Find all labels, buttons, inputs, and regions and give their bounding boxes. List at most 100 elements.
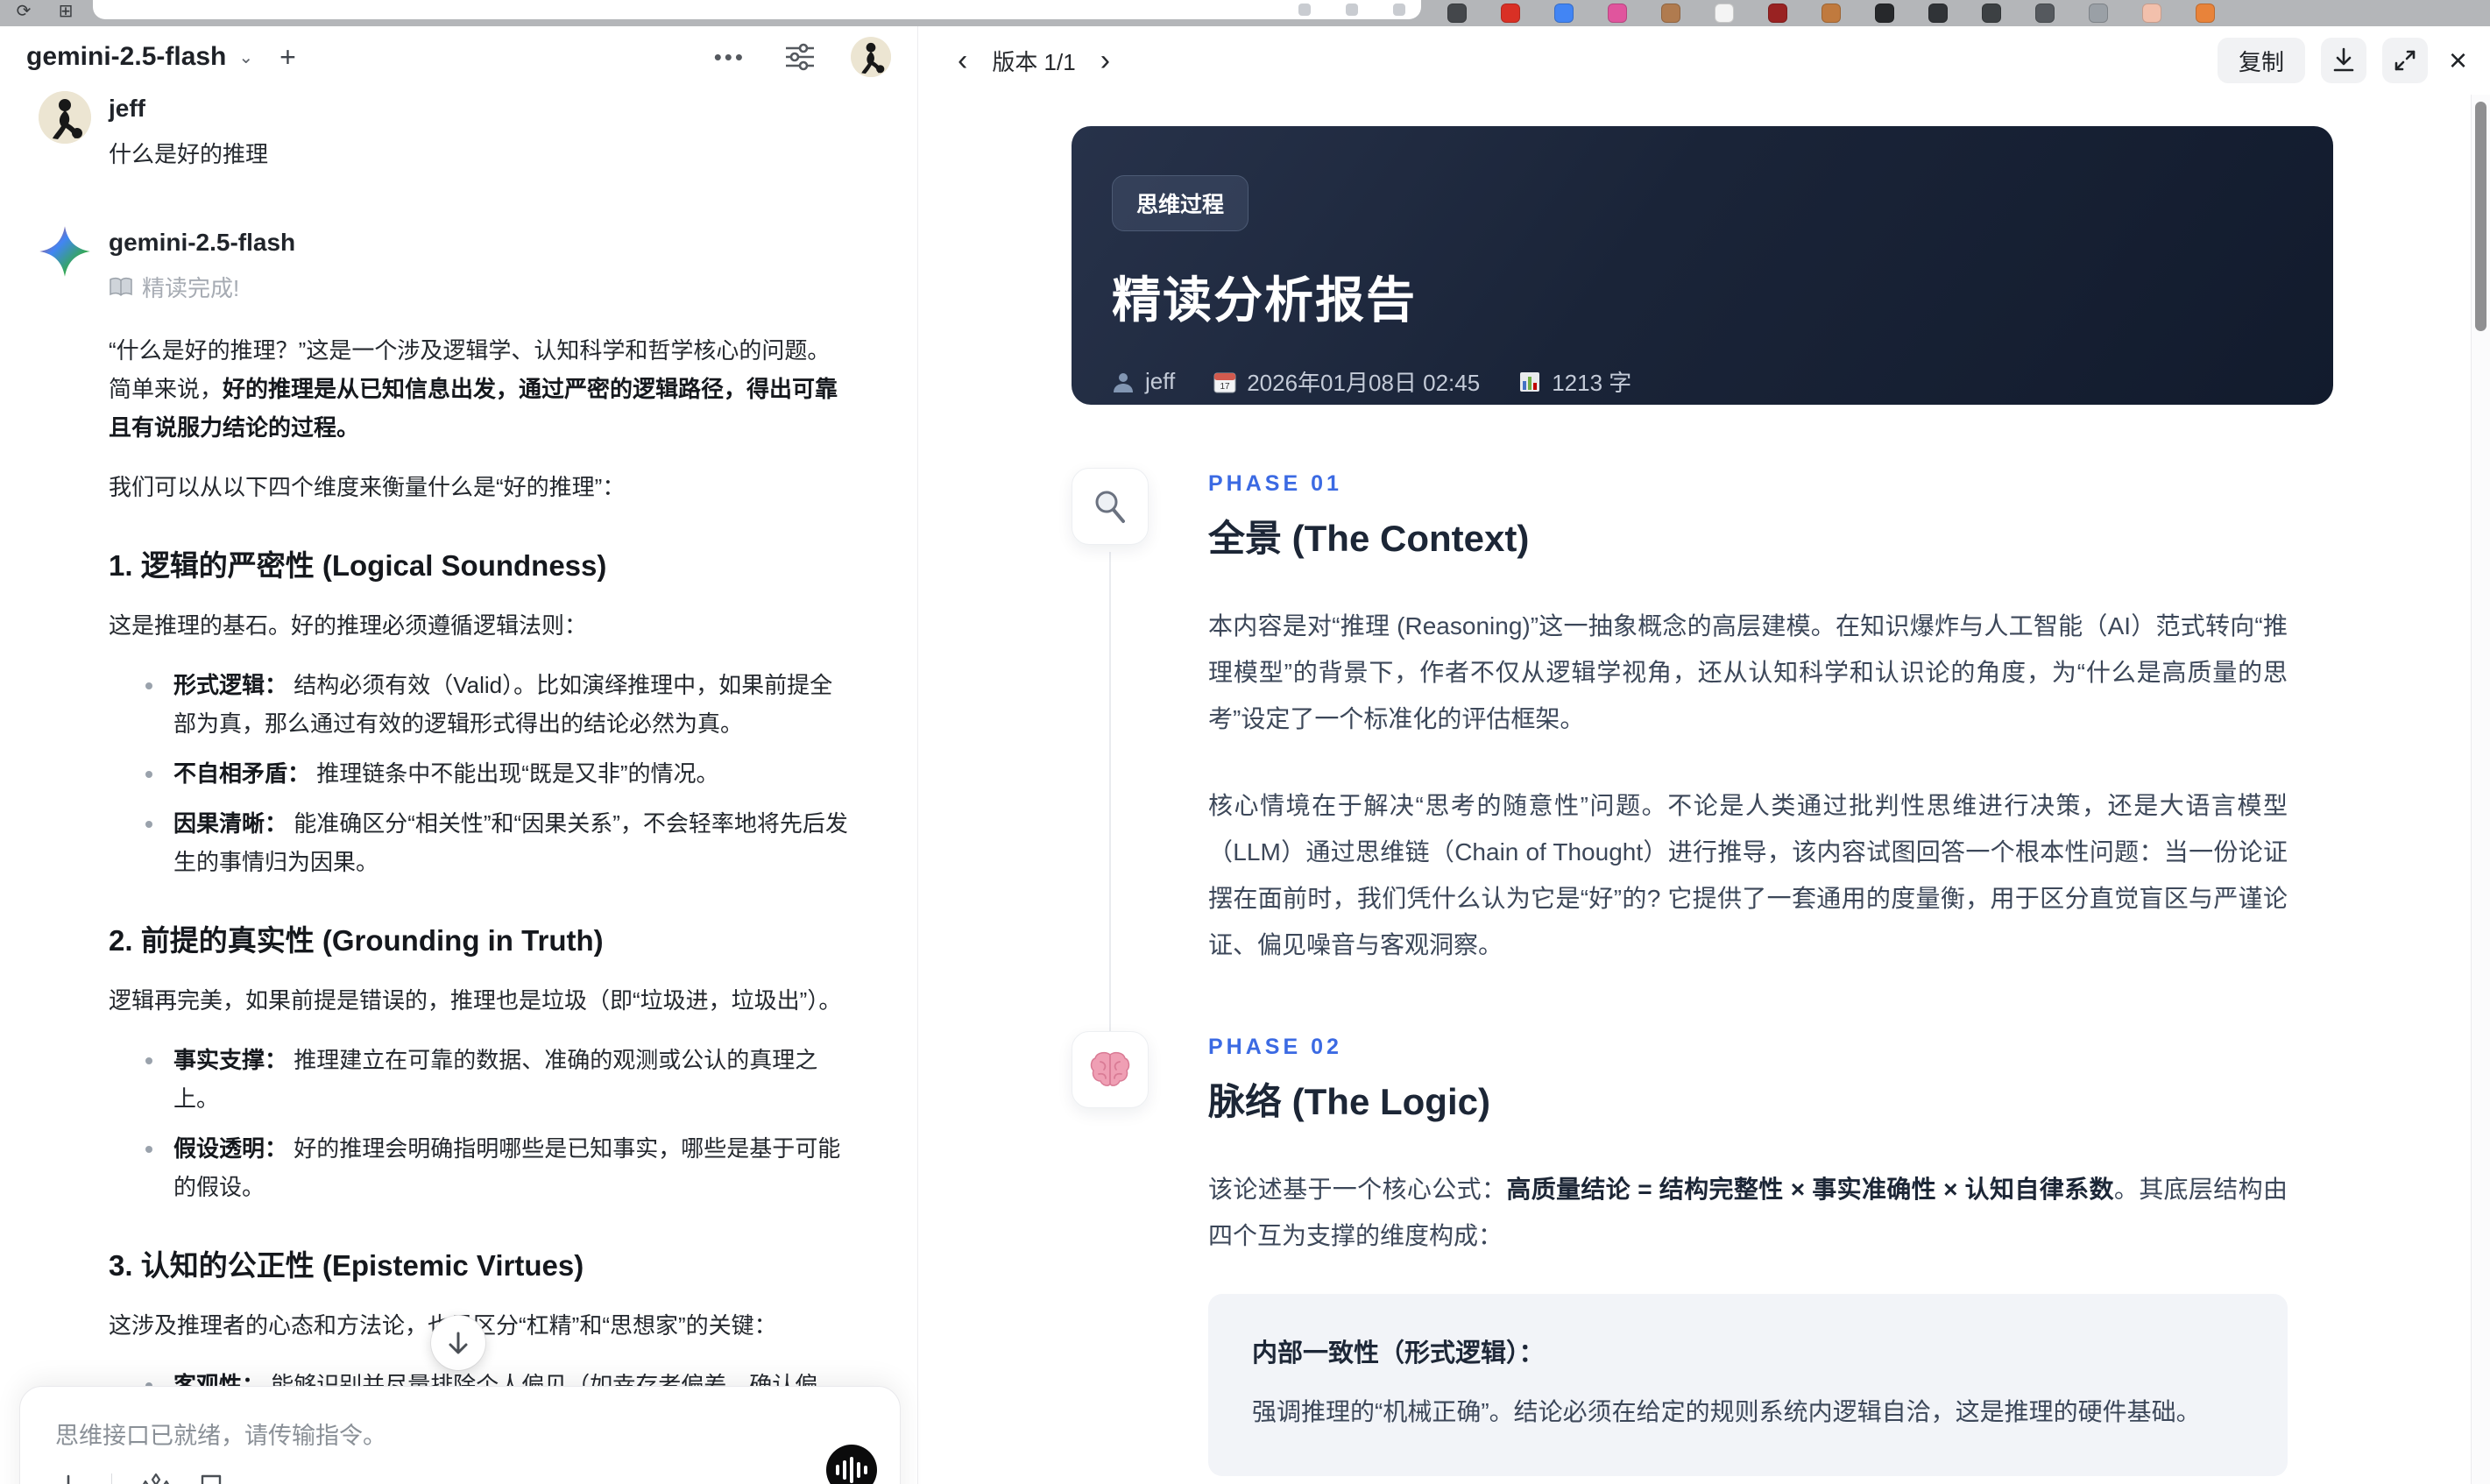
report-meta: jeff 17 2026年01月08日 02:45 1213 字 [1112, 365, 2333, 398]
svg-text:17: 17 [1220, 382, 1231, 392]
dimension-card-1: 内部一致性（形式逻辑）： 强调推理的“机械正确”。结论必须在给定的规则系统内逻辑… [1208, 1294, 2288, 1476]
extension-icon[interactable] [1982, 4, 2001, 23]
extension-icon[interactable] [1447, 4, 1467, 23]
meta-author: jeff [1112, 368, 1175, 395]
divider [111, 1473, 112, 1484]
fullscreen-button[interactable] [2381, 38, 2428, 83]
scrollbar-thumb[interactable] [2475, 102, 2486, 331]
attach-plus-icon[interactable] [55, 1473, 81, 1484]
brain-icon [1072, 1031, 1149, 1108]
section-lead-2: 逻辑再完美，如果前提是错误的，推理也是垃圾（即“垃圾进，垃圾出”）。 [109, 987, 842, 1014]
extension-icon[interactable] [2035, 4, 2055, 23]
phase-title: 脉络 (The Logic) [1208, 1081, 1490, 1122]
gemini-star-icon [39, 225, 91, 278]
report-title: 精读分析报告 [1112, 272, 1417, 328]
assistant-status: 精读完成! [109, 271, 852, 303]
intro-paragraph: “什么是好的推理？”这是一个涉及逻辑学、认知科学和哲学核心的问题。简单来说，好的… [109, 337, 838, 441]
extension-icon[interactable] [1768, 4, 1787, 23]
card-title: 内部一致性（形式逻辑）： [1252, 1339, 1545, 1367]
phase-paragraph: 该论述基于一个核心公式：高质量结论 = 结构完整性 × 事实准确性 × 认知自律… [1208, 1176, 2288, 1249]
extension-icon[interactable] [1928, 4, 1948, 23]
report-panel: ‹ 版本 1/1 › 复制 × 思维过程 精读分析报告 jeff 17 2026… [919, 26, 2490, 1484]
more-menu-button[interactable]: ••• [714, 44, 746, 71]
extension-icon[interactable] [1875, 4, 1894, 23]
chevron-down-icon[interactable]: ⌄ [238, 46, 253, 68]
hero-badge: 思维过程 [1112, 175, 1249, 231]
list-item: 形式逻辑： 结构必须有效（Valid）。比如演绎推理中，如果前提全部为真，那么通… [109, 666, 852, 743]
chat-header: gemini-2.5-flash ⌄ + ••• [0, 26, 917, 88]
phase-title: 全景 (The Context) [1208, 518, 1530, 559]
calendar-icon: 17 [1213, 371, 1236, 393]
arrow-down-icon [447, 1331, 470, 1355]
assistant-message: gemini-2.5-flash 精读完成! “什么是好的推理？”这是一个涉及逻… [39, 225, 884, 1484]
assistant-name: gemini-2.5-flash [109, 229, 296, 256]
bookmark-icon[interactable] [1298, 4, 1311, 16]
browser-toolbar: ⟳ ⊞ [0, 0, 2490, 26]
person-icon [1112, 371, 1135, 393]
scrollbar-track[interactable] [2471, 95, 2490, 1484]
voice-input-button[interactable] [826, 1445, 877, 1484]
version-navigator: ‹ 版本 1/1 › [954, 45, 1114, 77]
tab-grid-icon[interactable]: ⊞ [56, 2, 75, 21]
list-item: 不自相矛盾： 推理链条中不能出现“既是又非”的情况。 [109, 754, 852, 793]
reload-icon[interactable]: ⟳ [14, 2, 33, 21]
settings-sliders-icon[interactable] [784, 43, 816, 71]
report-content[interactable]: 思维过程 精读分析报告 jeff 17 2026年01月08日 02:45 12… [919, 95, 2471, 1484]
list-item: 假设透明： 好的推理会明确指明哪些是已知事实，哪些是基于可能的假设。 [109, 1129, 852, 1206]
user-avatar[interactable] [851, 37, 891, 77]
extension-icon[interactable] [1501, 4, 1520, 23]
scroll-to-bottom-button[interactable] [431, 1316, 485, 1370]
bar-chart-icon [1518, 371, 1541, 393]
message-composer[interactable]: 思维接口已就绪，请传输指令。 [19, 1386, 901, 1484]
paragraph: 我们可以从以下四个维度来衡量什么是“好的推理”： [109, 474, 626, 500]
user-avatar [39, 91, 91, 144]
extension-icon[interactable] [2089, 4, 2108, 23]
chat-message-list[interactable]: jeff 什么是好的推理 gemini-2.5-flash 精读完成! “什么是… [0, 88, 917, 1484]
meta-date: 17 2026年01月08日 02:45 [1213, 365, 1480, 398]
phase-paragraph: 核心情境在于解决“思考的随意性”问题。不论是人类通过批判性思维进行决策，还是大语… [1208, 792, 2288, 958]
phase-paragraph: 本内容是对“推理 (Reasoning)”这一抽象概念的高层建模。在知识爆炸与人… [1208, 612, 2288, 732]
card-body: 强调推理的“机械正确”。结论必须在给定的规则系统内逻辑自洽，这是推理的硬件基础。 [1252, 1398, 2201, 1425]
address-bar[interactable] [93, 0, 1421, 19]
chat-title[interactable]: gemini-2.5-flash [26, 42, 226, 72]
composer-placeholder[interactable]: 思维接口已就绪，请传输指令。 [55, 1417, 865, 1451]
user-message: jeff 什么是好的推理 [39, 91, 884, 169]
phase-section-1: PHASE 01 全景 (The Context) 本内容是对“推理 (Reas… [1072, 468, 2333, 1038]
bullet-list: 形式逻辑： 结构必须有效（Valid）。比如演绎推理中，如果前提全部为真，那么通… [109, 666, 852, 881]
app-window: gemini-2.5-flash ⌄ + ••• jeff 什么是好的推理 ge… [0, 26, 2490, 1484]
new-chat-button[interactable]: + [279, 41, 296, 74]
list-item: 事实支撑： 推理建立在可靠的数据、准确的观测或公认的真理之上。 [109, 1041, 852, 1118]
copy-button[interactable]: 复制 [2217, 38, 2305, 83]
section-heading-1: 1. 逻辑的严密性 (Logical Soundness) [109, 549, 607, 582]
download-button[interactable] [2320, 38, 2366, 83]
extension-icon[interactable] [1554, 4, 1574, 23]
section-heading-2: 2. 前提的真实性 (Grounding in Truth) [109, 924, 604, 957]
meta-word-count: 1213 字 [1518, 365, 1631, 398]
report-hero: 思维过程 精读分析报告 jeff 17 2026年01月08日 02:45 12… [1072, 126, 2333, 405]
prev-version-button[interactable]: ‹ [954, 46, 971, 75]
share-icon[interactable] [1346, 4, 1358, 16]
extension-icon[interactable] [2196, 4, 2215, 23]
bullet-list: 事实支撑： 推理建立在可靠的数据、准确的观测或公认的真理之上。 假设透明： 好的… [109, 1041, 852, 1206]
phase-section-2: PHASE 02 脉络 (The Logic) 该论述基于一个核心公式：高质量结… [1072, 1031, 2333, 1484]
section-heading-3: 3. 认知的公正性 (Epistemic Virtues) [109, 1249, 584, 1282]
extension-icon[interactable] [1715, 4, 1734, 23]
star-icon[interactable] [1393, 4, 1405, 16]
extension-icon[interactable] [2142, 4, 2161, 23]
tools-diamond-icon[interactable] [142, 1473, 170, 1484]
book-icon [109, 277, 133, 298]
next-version-button[interactable]: › [1097, 46, 1114, 75]
extension-icon[interactable] [1608, 4, 1627, 23]
phase-tag: PHASE 01 [1208, 471, 1342, 496]
user-name: jeff [109, 95, 145, 122]
assistant-markdown: “什么是好的推理？”这是一个涉及逻辑学、认知科学和哲学核心的问题。简单来说，好的… [109, 331, 852, 1484]
extension-icons [1447, 4, 2215, 23]
version-label: 版本 1/1 [992, 48, 1076, 75]
list-item: 因果清晰： 能准确区分“相关性”和“因果关系”，不会轻率地将先后发生的事情归为因… [109, 804, 852, 881]
extension-icon[interactable] [1822, 4, 1841, 23]
magnifier-icon [1072, 468, 1149, 545]
close-button[interactable]: × [2449, 45, 2467, 76]
extension-icon[interactable] [1661, 4, 1680, 23]
phase-tag: PHASE 02 [1208, 1035, 1342, 1059]
bookmark-icon[interactable] [200, 1473, 223, 1484]
